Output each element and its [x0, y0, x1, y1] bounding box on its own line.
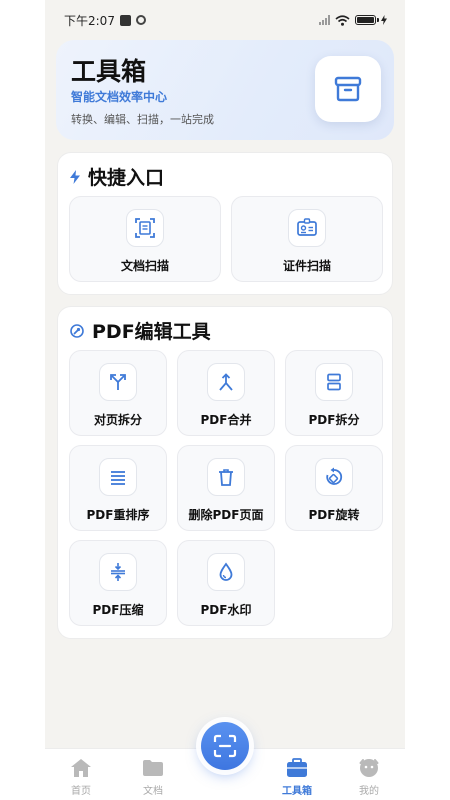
tile-label: 证件扫描	[282, 259, 331, 273]
id-card-icon	[297, 218, 317, 236]
page-subtitle: 智能文档效率中心	[71, 90, 168, 104]
notification-icon	[119, 14, 131, 26]
status-bar: 下午2:07	[45, 0, 405, 40]
nav-item-profile[interactable]: 我的	[339, 757, 399, 797]
pdf-tools-section: PDF编辑工具 对页拆分 PDF合并 PDF拆分 PDF重排序 删除PDF页面 …	[57, 306, 393, 639]
tile-label: PDF旋转	[308, 508, 360, 522]
status-time: 下午2:07	[64, 13, 115, 28]
rotate-icon	[326, 467, 343, 485]
page-description: 转换、编辑、扫描，一站完成	[71, 113, 214, 126]
tile-label: PDF重排序	[86, 508, 150, 522]
folder-icon	[143, 760, 163, 776]
settings-status-icon	[135, 15, 146, 25]
tile-facing-page-split[interactable]: 对页拆分	[69, 350, 167, 436]
tile-pdf-merge[interactable]: PDF合并	[177, 350, 275, 436]
document-scan-icon	[135, 218, 155, 238]
nav-item-home[interactable]: 首页	[51, 757, 111, 797]
tile-delete-pdf-page[interactable]: 删除PDF页面	[177, 445, 275, 531]
merge-arrows-icon	[219, 373, 233, 391]
nav-item-documents[interactable]: 文档	[123, 757, 183, 797]
split-arrows-icon	[110, 374, 126, 390]
tile-label: PDF合并	[200, 413, 252, 427]
quick-access-title: 快捷入口	[88, 167, 165, 189]
pdf-tools-title: PDF编辑工具	[92, 321, 211, 343]
tile-pdf-reorder[interactable]: PDF重排序	[69, 445, 167, 531]
nav-label: 工具箱	[282, 786, 312, 797]
nav-label: 首页	[71, 786, 91, 797]
compress-icon	[111, 563, 125, 581]
header-archive-box	[315, 56, 381, 122]
tile-pdf-compress[interactable]: PDF压缩	[69, 540, 167, 626]
tile-label: PDF拆分	[308, 413, 360, 427]
header-card: 工具箱 智能文档效率中心 转换、编辑、扫描，一站完成	[56, 40, 394, 140]
scan-icon	[213, 734, 237, 758]
tile-pdf-watermark[interactable]: PDF水印	[177, 540, 275, 626]
toolbox-icon	[287, 758, 307, 777]
scan-fab-button[interactable]	[201, 722, 249, 770]
nav-item-toolbox[interactable]: 工具箱	[267, 757, 327, 797]
archive-box-icon	[334, 76, 362, 102]
watermark-drop-icon	[219, 562, 233, 581]
tile-label: PDF水印	[200, 603, 252, 617]
tile-document-scan[interactable]: 文档扫描	[69, 196, 221, 282]
reorder-lines-icon	[111, 471, 125, 485]
tile-label: PDF压缩	[92, 603, 144, 617]
profile-icon	[359, 759, 379, 777]
tile-id-scan[interactable]: 证件扫描	[231, 196, 383, 282]
tile-label: 对页拆分	[93, 413, 142, 427]
tile-label: 文档扫描	[120, 259, 169, 273]
quick-access-section: 快捷入口 文档扫描 证件扫描	[57, 152, 393, 295]
nav-label: 文档	[143, 786, 163, 797]
tile-label: 删除PDF页面	[188, 508, 264, 522]
split-pages-icon	[327, 373, 341, 391]
wifi-icon	[335, 14, 350, 26]
trash-icon	[219, 469, 233, 486]
lightning-icon	[70, 169, 80, 184]
wrench-icon	[70, 323, 84, 338]
signal-icon	[319, 15, 330, 25]
charging-icon	[381, 15, 387, 25]
tile-pdf-split[interactable]: PDF拆分	[285, 350, 383, 436]
home-icon	[71, 759, 91, 777]
nav-label: 我的	[359, 786, 379, 797]
battery-icon	[355, 15, 379, 25]
page-title: 工具箱	[71, 57, 147, 86]
app-screen: 下午2:07 工具箱 智能文档效率中心 转换、编辑、扫描，一站完成 快捷入口 文…	[45, 0, 405, 800]
tile-pdf-rotate[interactable]: PDF旋转	[285, 445, 383, 531]
